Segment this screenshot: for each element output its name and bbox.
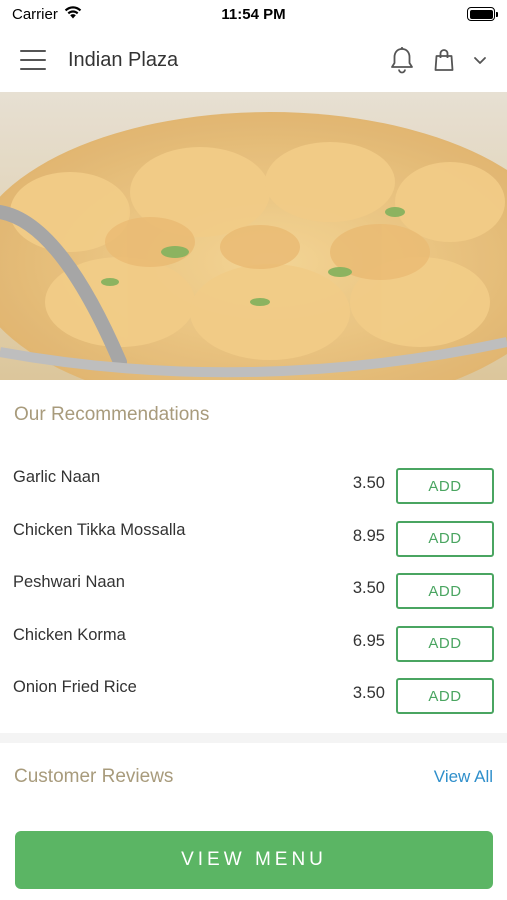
section-divider [0, 733, 507, 743]
carrier-label: Carrier [12, 5, 58, 23]
item-name: Garlic Naan [13, 468, 101, 486]
item-price: 6.95 [352, 631, 385, 650]
add-button[interactable]: ADD [396, 573, 494, 609]
status-left: Carrier [12, 6, 82, 23]
item-price: 3.50 [352, 579, 385, 597]
item-price: 3.50 [352, 684, 385, 702]
nav-bar: Indian Plaza [0, 28, 507, 92]
shopping-bag-icon[interactable] [433, 48, 455, 72]
view-menu-button[interactable]: VIEW MENU [15, 831, 493, 889]
list-item: Peshwari Naan 3.50 ADD [0, 563, 507, 616]
page-title: Indian Plaza [68, 48, 179, 71]
status-bar: Carrier 11:54 PM [0, 0, 507, 28]
view-all-link[interactable]: View All [434, 767, 493, 787]
item-price: 8.95 [352, 526, 385, 545]
add-button[interactable]: ADD [396, 520, 494, 557]
list-item: Chicken Tikka Mossalla 8.95 ADD [0, 511, 507, 564]
list-item: Onion Fried Rice 3.50 ADD [0, 668, 507, 721]
add-button[interactable]: ADD [396, 468, 494, 504]
add-button[interactable]: ADD [396, 625, 494, 662]
item-name: Chicken Tikka Mossalla [13, 520, 186, 539]
nav-actions [389, 46, 487, 74]
battery-icon [467, 7, 498, 21]
list-item: Chicken Korma 6.95 ADD [0, 616, 507, 669]
menu-icon[interactable] [20, 50, 46, 70]
bell-icon[interactable] [389, 46, 415, 74]
reviews-title: Customer Reviews [14, 766, 174, 787]
recommendations-list: Garlic Naan 3.50 ADD Chicken Tikka Mossa… [0, 458, 507, 721]
wifi-icon [64, 5, 82, 23]
hero-food-image [0, 92, 507, 380]
list-item: Garlic Naan 3.50 ADD [0, 458, 507, 511]
item-name: Onion Fried Rice [13, 678, 137, 696]
add-button[interactable]: ADD [396, 678, 494, 714]
chevron-down-icon[interactable] [473, 55, 487, 65]
item-name: Chicken Korma [13, 625, 126, 644]
item-name: Peshwari Naan [13, 573, 125, 591]
recommendations-title: Our Recommendations [14, 404, 210, 425]
item-price: 3.50 [352, 474, 385, 492]
